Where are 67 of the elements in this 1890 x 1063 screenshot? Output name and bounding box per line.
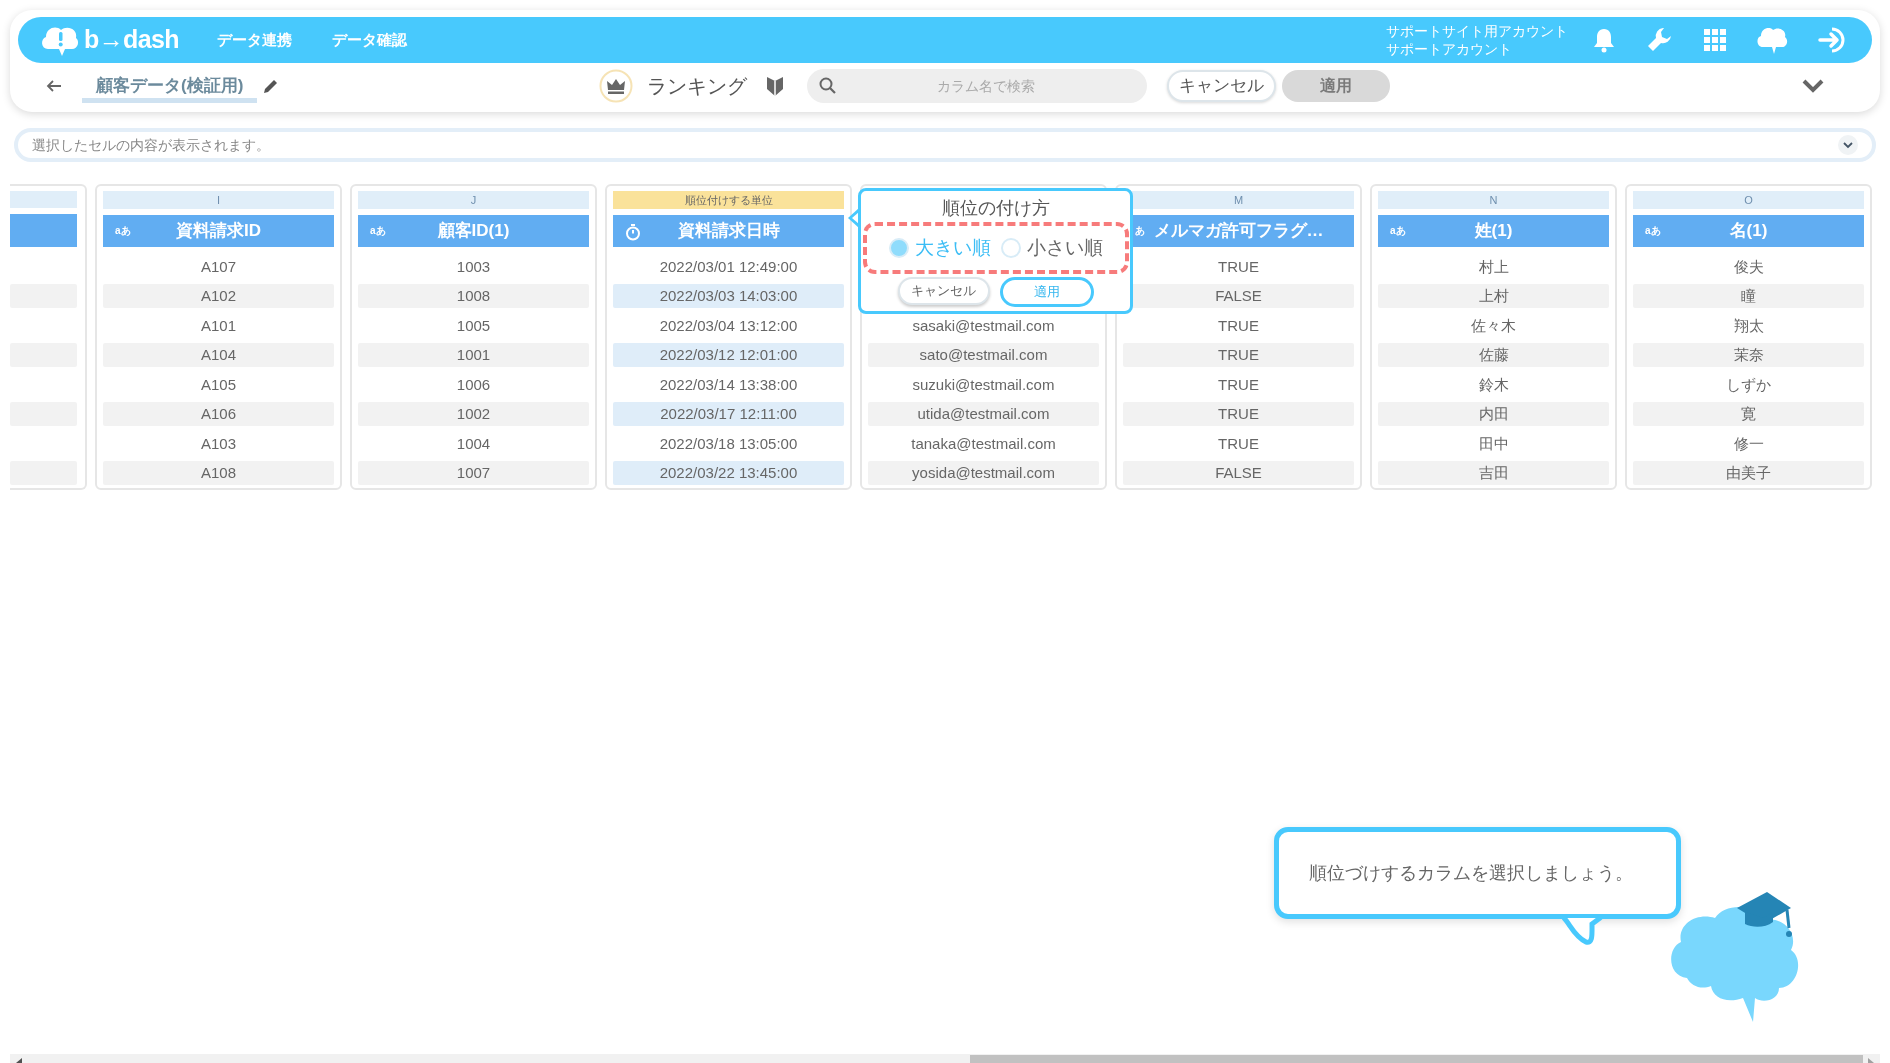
type-label: あ: [1135, 225, 1145, 237]
popup-title: 順位の付け方: [941, 197, 1050, 219]
column-title: 姓(1): [1474, 220, 1513, 243]
chevron-down-icon[interactable]: [1802, 79, 1824, 93]
logo-text: b→dash: [84, 24, 179, 56]
table-cell[interactable]: 1002: [358, 402, 589, 427]
table-cell[interactable]: A102: [103, 284, 334, 309]
radio-option[interactable]: 小さい順: [1000, 233, 1103, 263]
table-title[interactable]: 顧客データ(検証用): [82, 69, 258, 103]
table-cell[interactable]: yosida@testmail.com: [868, 461, 1099, 486]
column-letter: J: [358, 191, 589, 209]
column-letter-bar: [10, 191, 77, 209]
table-cell[interactable]: 2022/03/17 12:11:00: [613, 402, 844, 427]
search-icon: [819, 77, 838, 95]
table-cell[interactable]: 内田: [1378, 402, 1609, 427]
grid-icon[interactable]: [1704, 29, 1726, 51]
cloud-icon[interactable]: [1756, 25, 1788, 55]
type-label: aあ: [115, 225, 131, 237]
back-arrow-icon[interactable]: [46, 79, 62, 93]
table-cell[interactable]: 由美子: [1633, 461, 1864, 486]
table-cell[interactable]: 1001: [358, 343, 589, 368]
table-cell[interactable]: 1008: [358, 284, 589, 309]
column-title: 顧客ID(1): [437, 220, 510, 243]
ranking-unit-label: 順位付けする単位: [613, 191, 844, 209]
table-cell[interactable]: FALSE: [1123, 461, 1354, 486]
table-cell[interactable]: TRUE: [1123, 402, 1354, 427]
table-cell[interactable]: 1007: [358, 461, 589, 486]
crown-icon: [599, 69, 634, 103]
table-cell[interactable]: A108: [103, 461, 334, 486]
mode-label: ランキング: [647, 74, 748, 99]
cell-content-box[interactable]: 選択したセルの内容が表示されます。: [14, 128, 1876, 162]
table-cell[interactable]: 吉田: [1378, 461, 1609, 486]
table-cell[interactable]: 2022/03/03 14:03:00: [613, 284, 844, 309]
column-title: メルマガ許可フラグ…: [1153, 220, 1324, 243]
column-title: 資料請求日時: [677, 220, 780, 243]
type-label: aあ: [1645, 225, 1661, 237]
table-cell[interactable]: 寛: [1633, 402, 1864, 427]
timer-icon: [625, 223, 641, 241]
table-cell[interactable]: utida@testmail.com: [868, 402, 1099, 427]
type-label: aあ: [1390, 225, 1406, 237]
column-letter: N: [1378, 191, 1609, 209]
expand-icon[interactable]: [1838, 135, 1858, 155]
table-cell[interactable]: 上村: [1378, 284, 1609, 309]
column-title: 資料請求ID: [176, 220, 261, 243]
table-cell[interactable]: 茉奈: [1633, 343, 1864, 368]
column-letter: O: [1633, 191, 1864, 209]
column-title: 名(1): [1729, 220, 1768, 243]
table-cell[interactable]: 2022/03/12 12:01:00: [613, 343, 844, 368]
table-cell[interactable]: A104: [103, 343, 334, 368]
table-cell[interactable]: A106: [103, 402, 334, 427]
table-cell[interactable]: sato@testmail.com: [868, 343, 1099, 368]
account-name: サポートサイト用アカウント: [1386, 22, 1568, 40]
table-cell[interactable]: 瞳: [1633, 284, 1864, 309]
column-letter: I: [103, 191, 334, 209]
column-header[interactable]: [10, 214, 77, 247]
account-name: サポートアカウント: [1386, 40, 1513, 58]
guide-message: 順位づけするカラムを選択しましょう。: [1309, 861, 1633, 885]
type-label: aあ: [370, 225, 386, 237]
table-cell[interactable]: 2022/03/22 13:45:00: [613, 461, 844, 486]
cell-content-field[interactable]: 選択したセルの内容が表示されます。: [32, 132, 1838, 158]
table-cell[interactable]: 佐藤: [1378, 343, 1609, 368]
table-cell[interactable]: TRUE: [1123, 343, 1354, 368]
pencil-icon[interactable]: [263, 78, 280, 94]
cancel-button[interactable]: キャンセル: [1167, 70, 1277, 102]
cancel-button[interactable]: キャンセル: [897, 277, 990, 305]
wrench-icon[interactable]: [1646, 26, 1674, 54]
bell-icon[interactable]: [1592, 27, 1616, 53]
